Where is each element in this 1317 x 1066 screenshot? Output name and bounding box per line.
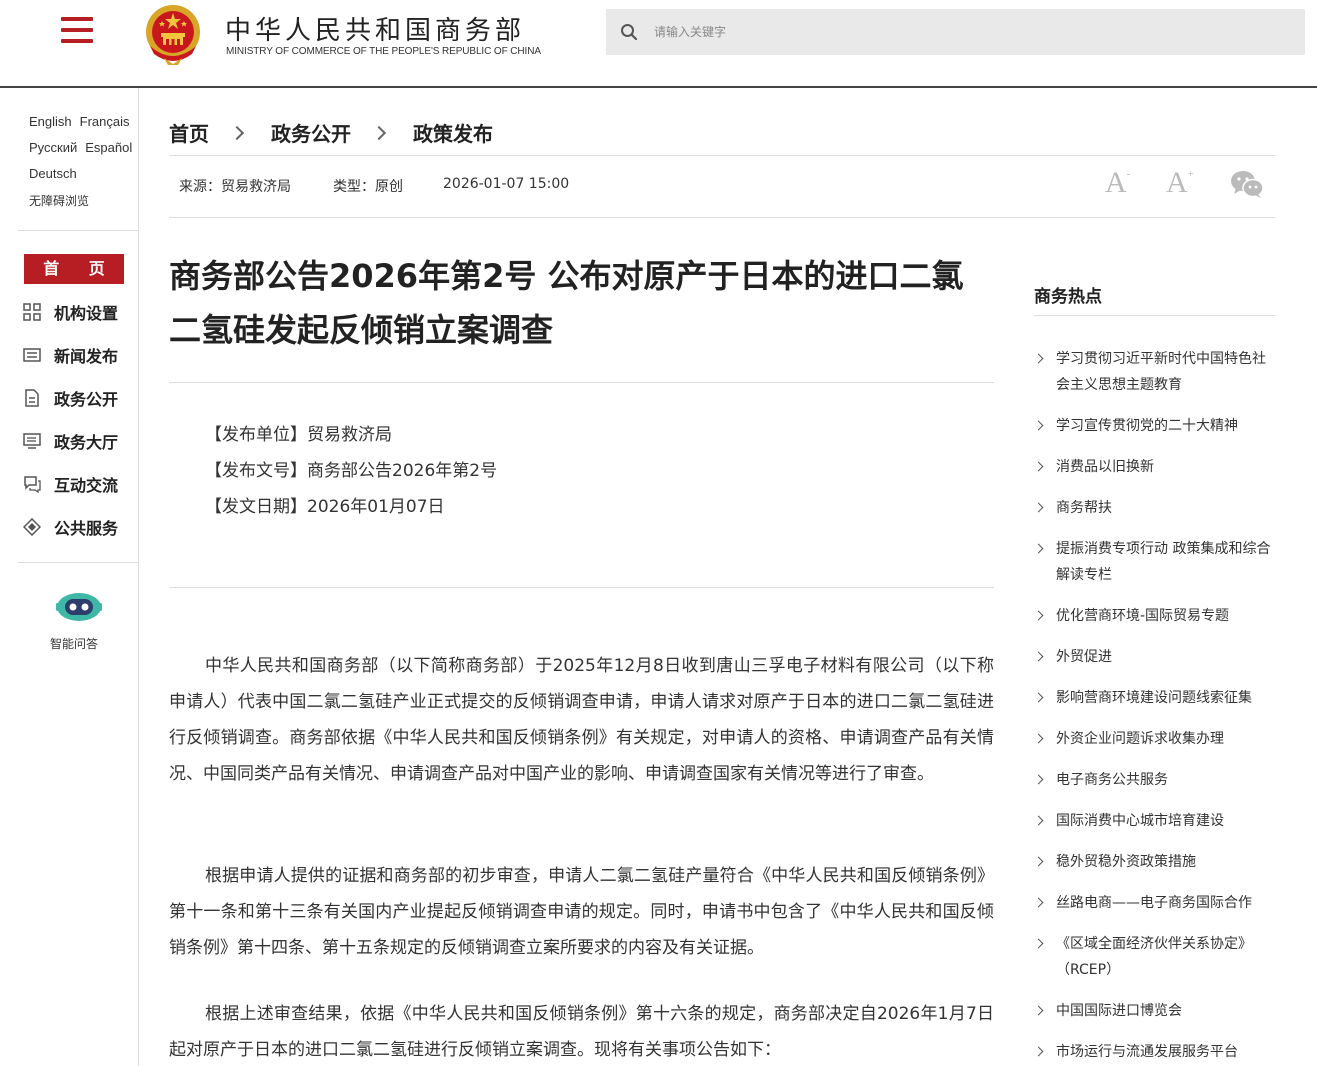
hot-topic-link[interactable]: 电子商务公共服务 [1034, 767, 1279, 793]
info-doc-number: 【发布文号】商务部公告2026年第2号 [205, 461, 498, 481]
article-paragraph: 中华人民共和国商务部（以下简称商务部）于2025年12月8日收到唐山三孚电子材料… [169, 656, 994, 784]
hot-topic-link[interactable]: 商务帮扶 [1034, 495, 1279, 521]
accessibility-link[interactable]: 无障碍浏览 [29, 194, 89, 208]
service-icon [23, 518, 41, 536]
sidebar-item-service-hall[interactable]: 政务大厅 [23, 428, 118, 454]
hot-topics-title: 商务热点 [1034, 287, 1102, 307]
hamburger-bar [61, 28, 93, 32]
hot-topic-link[interactable]: 市场运行与流通发展服务平台 [1034, 1039, 1279, 1065]
breadcrumb-gov-affairs-link[interactable]: 政务公开 [271, 118, 351, 147]
site-subtitle: MINISTRY OF COMMERCE OF THE PEOPLE'S REP… [226, 46, 541, 57]
monitor-icon [23, 433, 41, 449]
font-decrease-sign: - [1126, 168, 1131, 180]
sidebar-item-organization[interactable]: 机构设置 [23, 299, 118, 325]
sidebar-item-label: 机构设置 [54, 304, 119, 323]
meta-divider [169, 155, 1275, 156]
hot-topic-link[interactable]: 学习宣传贯彻党的二十大精神 [1034, 413, 1279, 439]
font-decrease-label: A [1105, 166, 1127, 199]
lang-french-link[interactable]: Français [80, 114, 130, 129]
info-issuer: 【发布单位】贸易救济局 [205, 425, 392, 445]
hot-topic-link[interactable]: 消费品以旧换新 [1034, 454, 1279, 480]
article-paragraph: 根据申请人提供的证据和商务部的初步审查，申请人二氯二氢硅产量符合《中华人民共和国… [169, 866, 994, 958]
document-icon [25, 389, 39, 407]
article-paragraph: 根据上述审查结果，依据《中华人民共和国反倾销条例》第十六条的规定，商务部决定自2… [169, 1004, 994, 1060]
lang-english-link[interactable]: English [29, 114, 72, 129]
sidebar-item-label: 政务大厅 [54, 433, 119, 452]
font-decrease-button[interactable]: A- [1105, 166, 1130, 200]
article-type: 类型：原创 [333, 179, 403, 195]
hamburger-bar [61, 17, 93, 21]
hot-topic-link[interactable]: 国际消费中心城市培育建设 [1034, 808, 1279, 834]
lang-russian-link[interactable]: Русский [29, 140, 77, 155]
hot-topic-link[interactable]: 外资企业问题诉求收集办理 [1034, 726, 1279, 752]
article-datetime: 2026-01-07 15:00 [443, 176, 570, 192]
robot-assistant-icon[interactable] [56, 589, 102, 625]
wechat-share-icon[interactable] [1230, 169, 1264, 199]
chevron-right-icon [229, 125, 245, 140]
font-increase-button[interactable]: A+ [1166, 166, 1194, 200]
search-bar [606, 9, 1305, 55]
hot-topic-link[interactable]: 中国国际进口博览会 [1034, 998, 1279, 1024]
title-divider [169, 382, 994, 383]
lang-spanish-link[interactable]: Español [85, 140, 132, 155]
font-increase-label: A [1166, 166, 1188, 199]
meta-divider [169, 217, 1275, 218]
article-title: 商务部公告2026年第2号 公布对原产于日本的进口二氯二氢硅发起反倾销立案调查 [169, 257, 964, 349]
language-row: Русский Español [29, 140, 140, 155]
chevron-right-icon [371, 125, 387, 140]
hot-topic-link[interactable]: 优化营商环境-国际贸易专题 [1034, 603, 1279, 629]
grid-icon [23, 303, 41, 321]
assistant-label[interactable]: 智能问答 [50, 635, 98, 652]
menu-hamburger-icon[interactable] [61, 17, 95, 45]
hot-topic-link[interactable]: 提振消费专项行动 政策集成和综合解读专栏 [1034, 536, 1279, 588]
sidebar-item-label: 互动交流 [54, 476, 119, 495]
sidebar-item-interaction[interactable]: 互动交流 [23, 471, 118, 497]
hamburger-bar [61, 39, 93, 43]
info-divider [169, 587, 994, 588]
national-emblem-logo[interactable] [142, 2, 204, 66]
hot-topic-link[interactable]: 丝路电商——电子商务国际合作 [1034, 890, 1279, 916]
sidebar-item-news[interactable]: 新闻发布 [23, 342, 118, 368]
sidebar-divider [18, 562, 139, 563]
hot-topic-link[interactable]: 外贸促进 [1034, 644, 1279, 670]
hot-topic-link[interactable]: 稳外贸稳外资政策措施 [1034, 849, 1279, 875]
hot-topic-link[interactable]: 《区域全面经济伙伴关系协定》（RCEP） [1034, 931, 1279, 983]
language-row: Deutsch [29, 166, 85, 181]
info-date: 【发文日期】2026年01月07日 [205, 497, 445, 517]
breadcrumb: 首页 政务公开 政策发布 [169, 118, 493, 147]
search-icon[interactable] [620, 23, 638, 41]
sidebar-home-button[interactable]: 首 页 [24, 254, 124, 284]
hot-topic-link[interactable]: 学习贯彻习近平新时代中国特色社会主义思想主题教育 [1034, 346, 1279, 398]
site-title: 中华人民共和国商务部 [225, 16, 526, 46]
hot-topic-link[interactable]: 影响营商环境建设问题线索征集 [1034, 685, 1279, 711]
hot-topics-divider [1034, 315, 1275, 316]
sidebar-divider [18, 230, 139, 231]
article-source: 来源：贸易救济局 [179, 179, 291, 195]
chat-icon [24, 476, 41, 493]
sidebar-item-label: 新闻发布 [54, 347, 119, 366]
search-input[interactable] [654, 17, 1254, 47]
news-icon [23, 348, 41, 362]
sidebar-item-label: 政务公开 [54, 390, 119, 409]
sidebar-item-public-service[interactable]: 公共服务 [23, 514, 118, 540]
language-row: English Français [29, 114, 138, 129]
language-row: 无障碍浏览 [29, 192, 97, 209]
left-sidebar: English Français Русский Español Deutsch 无… [0, 88, 139, 1066]
breadcrumb-home-link[interactable]: 首页 [169, 118, 209, 147]
sidebar-item-label: 公共服务 [54, 519, 119, 538]
font-increase-sign: + [1187, 168, 1194, 180]
sidebar-item-government-affairs[interactable]: 政务公开 [23, 385, 118, 411]
lang-german-link[interactable]: Deutsch [29, 166, 77, 181]
breadcrumb-policy-link[interactable]: 政策发布 [413, 118, 493, 147]
header-divider [0, 86, 1317, 88]
